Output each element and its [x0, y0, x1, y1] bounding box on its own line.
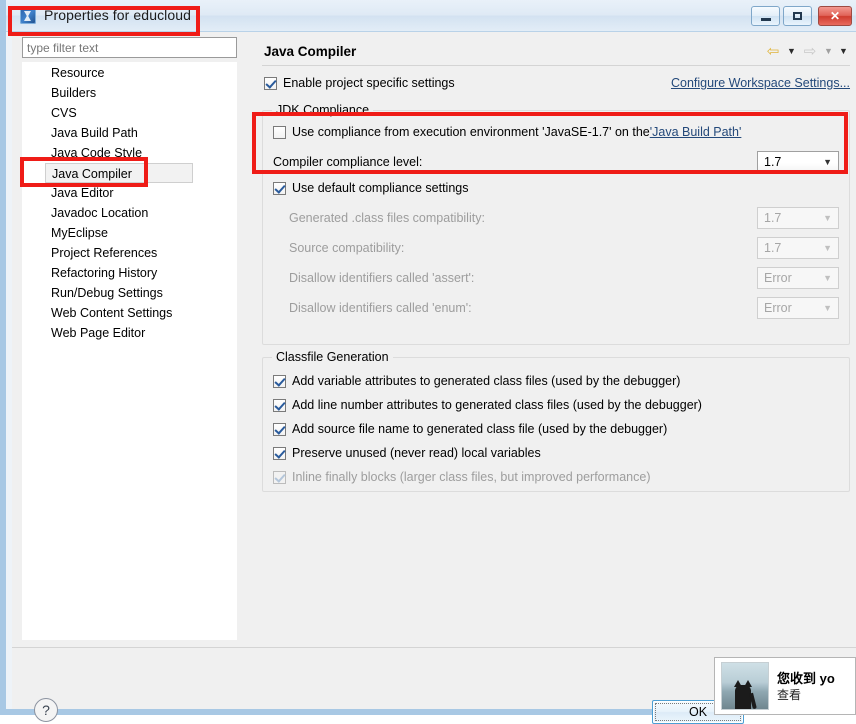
sidebar-item-run-debug-settings[interactable]: Run/Debug Settings [23, 283, 236, 303]
preserve-unused-locals-checkbox[interactable] [273, 446, 286, 460]
sidebar-item-builders[interactable]: Builders [23, 83, 236, 103]
minimize-button[interactable] [751, 6, 780, 26]
add-line-number-attributes-label: Add line number attributes to generated … [292, 398, 702, 412]
filter-input[interactable] [22, 37, 237, 58]
enable-project-specific-settings-row[interactable]: Enable project specific settings [264, 76, 455, 90]
generated-class-compat-value: 1.7 [764, 211, 782, 225]
dialog-body: Resource Builders CVS Java Build Path Ja… [12, 32, 856, 724]
enable-project-specific-settings-label: Enable project specific settings [283, 76, 455, 90]
jdk-compliance-group-title: JDK Compliance [272, 103, 374, 117]
inline-finally-blocks-checkbox [273, 470, 286, 484]
inline-finally-blocks-row: Inline finally blocks (larger class file… [273, 470, 650, 484]
sidebar-item-web-page-editor[interactable]: Web Page Editor [23, 323, 236, 343]
enable-project-specific-settings-checkbox[interactable] [264, 76, 277, 90]
chevron-down-icon: ▼ [823, 243, 832, 253]
use-compliance-from-ee-label: Use compliance from execution environmen… [292, 125, 650, 139]
back-arrow-icon[interactable]: ⇦ [763, 42, 783, 60]
add-variable-attributes-label: Add variable attributes to generated cla… [292, 374, 681, 388]
use-compliance-from-ee-checkbox[interactable] [273, 125, 286, 139]
menu-chevron-down-icon[interactable]: ▼ [837, 42, 850, 60]
page-title-divider [262, 65, 850, 66]
configure-workspace-settings-link[interactable]: Configure Workspace Settings... [671, 76, 850, 90]
disallow-assert-value: Error [764, 271, 792, 285]
add-line-number-attributes-row[interactable]: Add line number attributes to generated … [273, 398, 702, 412]
disallow-assert-label: Disallow identifiers called 'assert': [289, 271, 475, 285]
add-source-file-name-label: Add source file name to generated class … [292, 422, 668, 436]
forward-arrow-icon: ⇨ [803, 42, 817, 60]
settings-tree[interactable]: Resource Builders CVS Java Build Path Ja… [22, 62, 237, 640]
notification-title: 您收到 yo [777, 670, 835, 686]
settings-page: Java Compiler ⇦ ▼ ⇨ ▼ ▼ Enable project s… [254, 32, 856, 647]
jdk-compliance-group: JDK Compliance Use compliance from execu… [262, 103, 850, 345]
page-title: Java Compiler [264, 44, 357, 59]
cat-photo-thumbnail [721, 662, 769, 710]
add-variable-attributes-row[interactable]: Add variable attributes to generated cla… [273, 374, 680, 388]
sidebar-item-java-build-path[interactable]: Java Build Path [23, 123, 236, 143]
disallow-enum-combo: Error ▼ [757, 297, 839, 319]
close-icon: ✕ [829, 9, 841, 23]
chevron-down-icon: ▼ [823, 157, 832, 167]
settings-sidebar: Resource Builders CVS Java Build Path Ja… [12, 32, 247, 647]
notification-text: 您收到 yo 查看 [777, 670, 855, 703]
source-compat-label: Source compatibility: [289, 241, 405, 255]
title-bar: Properties for educloud ✕ [6, 0, 856, 32]
java-build-path-link[interactable]: 'Java Build Path' [650, 125, 742, 139]
generated-class-compat-label: Generated .class files compatibility: [289, 211, 485, 225]
sidebar-item-cvs[interactable]: CVS [23, 103, 236, 123]
sidebar-item-java-editor[interactable]: Java Editor [23, 183, 236, 203]
classfile-generation-group-title: Classfile Generation [272, 350, 393, 364]
sidebar-item-javadoc-location[interactable]: Javadoc Location [23, 203, 236, 223]
preserve-unused-locals-label: Preserve unused (never read) local varia… [292, 446, 541, 460]
add-line-number-attributes-checkbox[interactable] [273, 398, 286, 412]
use-compliance-from-ee-row[interactable]: Use compliance from execution environmen… [273, 125, 741, 139]
source-compat-value: 1.7 [764, 241, 782, 255]
use-default-compliance-settings-label: Use default compliance settings [292, 181, 469, 195]
use-default-compliance-settings-checkbox[interactable] [273, 181, 286, 195]
help-icon[interactable]: ? [34, 698, 58, 722]
back-chevron-down-icon[interactable]: ▼ [785, 42, 798, 60]
maximize-button[interactable] [783, 6, 812, 26]
notification-action-link[interactable]: 查看 [777, 687, 855, 703]
disallow-assert-combo: Error ▼ [757, 267, 839, 289]
compiler-compliance-level-combo[interactable]: 1.7 ▼ [757, 151, 839, 173]
properties-dialog-window: Properties for educloud ✕ Resource Build… [0, 0, 856, 724]
generated-class-compat-combo: 1.7 ▼ [757, 207, 839, 229]
chevron-down-icon: ▼ [823, 303, 832, 313]
disallow-enum-value: Error [764, 301, 792, 315]
page-nav-toolbar: ⇦ ▼ ⇨ ▼ ▼ [763, 42, 850, 60]
chevron-down-icon: ▼ [823, 273, 832, 283]
close-button[interactable]: ✕ [818, 6, 852, 26]
sidebar-item-resource[interactable]: Resource [23, 63, 236, 83]
source-compat-combo: 1.7 ▼ [757, 237, 839, 259]
add-source-file-name-row[interactable]: Add source file name to generated class … [273, 422, 667, 436]
window-title: Properties for educloud [44, 7, 192, 23]
compiler-compliance-level-label: Compiler compliance level: [273, 155, 423, 169]
sidebar-item-project-references[interactable]: Project References [23, 243, 236, 263]
forward-chevron-down-icon: ▼ [824, 46, 833, 56]
use-default-compliance-settings-row[interactable]: Use default compliance settings [273, 181, 468, 195]
preserve-unused-locals-row[interactable]: Preserve unused (never read) local varia… [273, 446, 541, 460]
eclipse-app-icon [20, 8, 36, 24]
sidebar-item-refactoring-history[interactable]: Refactoring History [23, 263, 236, 283]
compiler-compliance-level-value: 1.7 [764, 155, 782, 169]
maximize-icon [784, 7, 811, 25]
sidebar-item-myeclipse[interactable]: MyEclipse [23, 223, 236, 243]
minimize-icon [752, 7, 779, 25]
inline-finally-blocks-label: Inline finally blocks (larger class file… [292, 470, 651, 484]
add-variable-attributes-checkbox[interactable] [273, 374, 286, 388]
notification-toast[interactable]: 您收到 yo 查看 [714, 657, 856, 715]
sidebar-item-java-compiler[interactable]: Java Compiler [45, 163, 193, 183]
add-source-file-name-checkbox[interactable] [273, 422, 286, 436]
classfile-generation-group: Classfile Generation Add variable attrib… [262, 350, 850, 492]
disallow-enum-label: Disallow identifiers called 'enum': [289, 301, 472, 315]
sidebar-item-web-content-settings[interactable]: Web Content Settings [23, 303, 236, 323]
sidebar-item-java-code-style[interactable]: Java Code Style [23, 143, 236, 163]
chevron-down-icon: ▼ [823, 213, 832, 223]
